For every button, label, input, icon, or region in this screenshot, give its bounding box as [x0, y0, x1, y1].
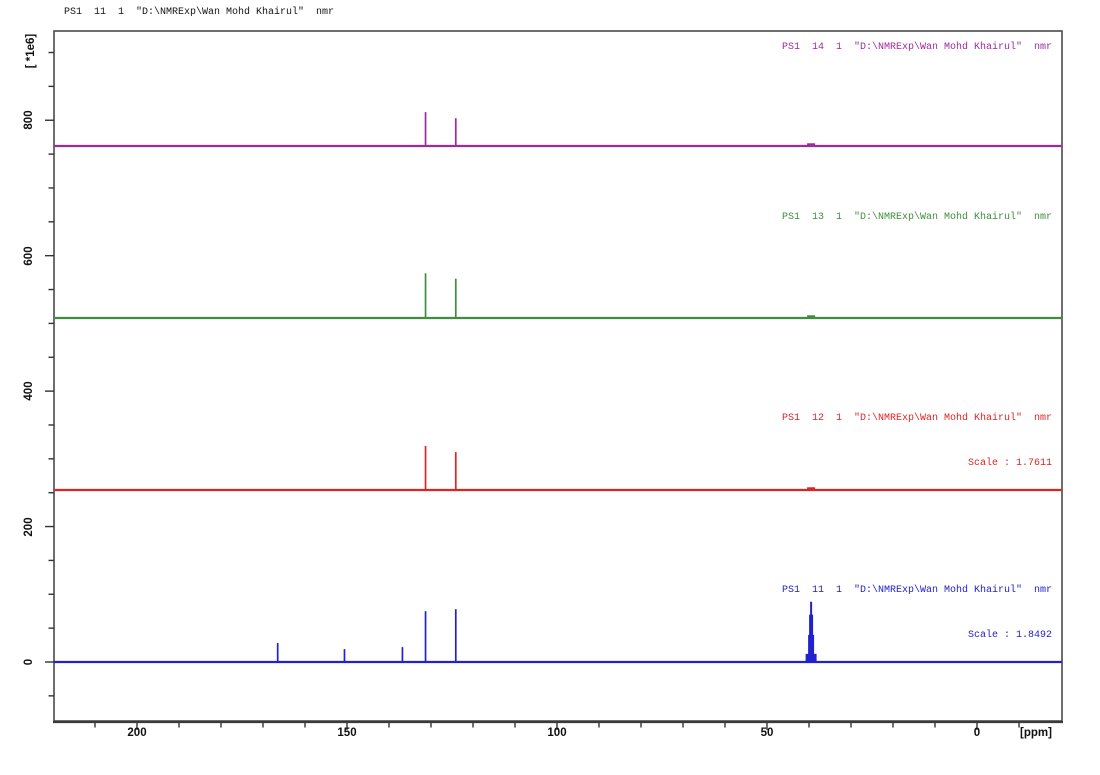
dataset-label-text: PS1 12 1 "D:\NMRExp\Wan Mohd Khairul" nm…	[781, 413, 1052, 424]
y-axis-unit-label: [ *1e6]	[25, 33, 37, 69]
x-axis-tick-label: 100	[547, 727, 567, 739]
dataset-scale-text: Scale : 1.8492	[967, 630, 1052, 641]
x-axis-unit-label: [ppm]	[1020, 727, 1052, 739]
dataset-scale-text: Scale : 1.7611	[967, 458, 1052, 469]
dataset-label-text: PS1 11 1 "D:\NMRExp\Wan Mohd Khairul" nm…	[781, 585, 1052, 596]
dataset-label-ps1-11[interactable]: PS1 11 1 "D:\NMRExp\Wan Mohd Khairul" nm…	[782, 553, 1052, 673]
y-axis-tick-label: 800	[23, 110, 35, 130]
dataset-label-ps1-13[interactable]: PS1 13 1 "D:\NMRExp\Wan Mohd Khairul" nm…	[782, 210, 1052, 225]
y-axis-tick-label: 200	[23, 516, 35, 537]
y-axis-tick-label: 0	[23, 658, 35, 666]
dataset-label-ps1-12[interactable]: PS1 12 1 "D:\NMRExp\Wan Mohd Khairul" nm…	[782, 381, 1052, 501]
x-axis-tick-label: 200	[127, 727, 147, 739]
x-axis-tick-label: 50	[760, 727, 774, 739]
y-axis-tick-label: 400	[23, 381, 35, 401]
dataset-label-ps1-14[interactable]: PS1 14 1 "D:\NMRExp\Wan Mohd Khairul" nm…	[782, 40, 1052, 55]
nmr-multiple-display-window: PS1 11 1 "D:\NMRExp\Wan Mohd Khairul" nm…	[0, 0, 1100, 775]
x-axis-tick-label: 150	[337, 727, 357, 739]
y-axis-tick-label: 600	[23, 246, 35, 266]
x-axis-tick-label: 0	[973, 727, 981, 739]
